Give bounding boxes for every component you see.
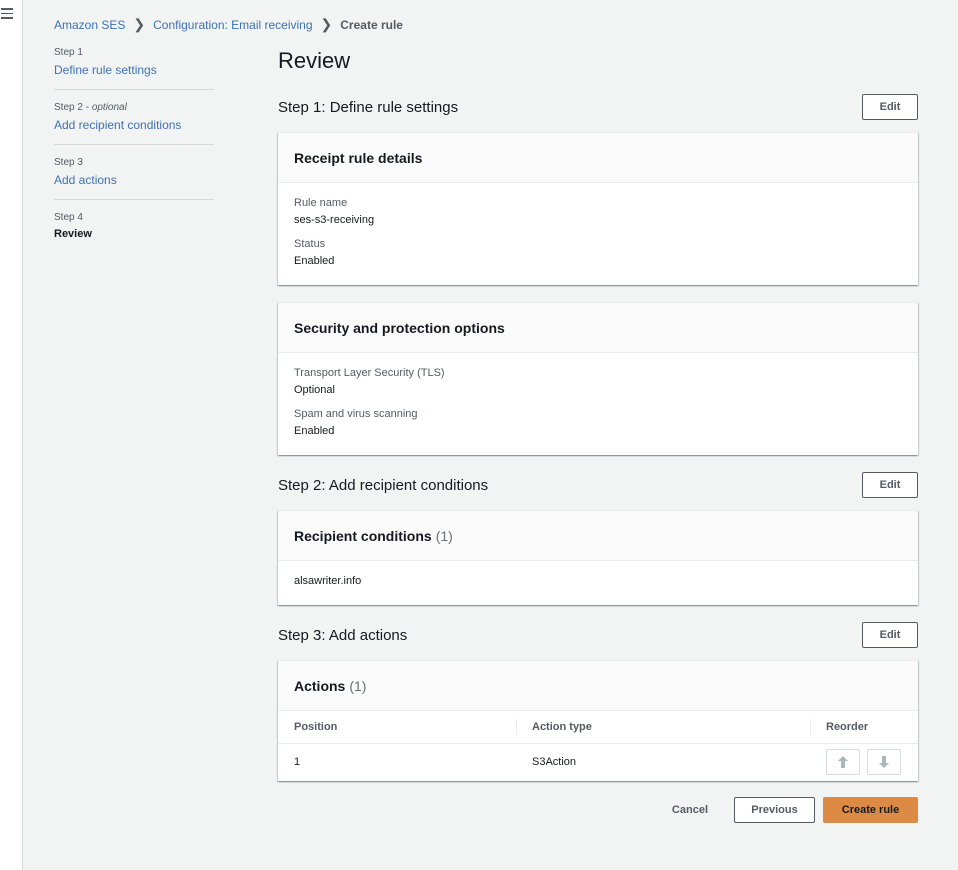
field-spam-scanning: Spam and virus scanning Enabled <box>294 408 902 437</box>
cell-position: 1 <box>294 756 301 769</box>
move-up-button[interactable] <box>826 749 860 776</box>
breadcrumb: Amazon SES ❯ Configuration: Email receiv… <box>54 16 403 33</box>
step-number: Step 4 <box>54 212 83 223</box>
edit-step-3-button[interactable]: Edit <box>862 622 918 648</box>
breadcrumb-email-receiving[interactable]: Configuration: Email receiving <box>153 18 312 32</box>
section-2-header: Step 2: Add recipient conditions Edit <box>278 472 918 498</box>
actions-table: Position Action type Reorder 1 S3Action <box>278 711 918 781</box>
card-title: Recipient conditions (1) <box>278 511 918 561</box>
section-3-header: Step 3: Add actions Edit <box>278 622 918 648</box>
card-title-text: Actions <box>294 677 346 694</box>
create-rule-button[interactable]: Create rule <box>823 797 918 823</box>
cell-action-type: S3Action <box>532 756 577 769</box>
field-value: Optional <box>294 384 335 396</box>
field-value: Enabled <box>294 255 335 267</box>
step-link-add-recipient-conditions[interactable]: Add recipient conditions <box>54 118 214 132</box>
column-header-position: Position <box>278 711 516 744</box>
step-link-add-actions[interactable]: Add actions <box>54 173 214 187</box>
column-header-action-type: Action type <box>516 711 810 744</box>
section-1-header: Step 1: Define rule settings Edit <box>278 94 918 120</box>
arrow-up-icon <box>838 756 848 769</box>
section-2-title: Step 2: Add recipient conditions <box>278 476 489 494</box>
field-label: Transport Layer Security (TLS) <box>294 367 445 379</box>
previous-button[interactable]: Previous <box>734 797 815 823</box>
step-number: Step 2 - optional <box>54 102 214 113</box>
field-rule-name: Rule name ses-s3-receiving <box>294 197 902 226</box>
field-label: Rule name <box>294 197 348 209</box>
count-badge: (1) <box>349 677 367 694</box>
field-tls: Transport Layer Security (TLS) Optional <box>294 367 902 396</box>
page-title: Review <box>278 48 351 73</box>
chevron-right-icon: ❯ <box>320 16 333 32</box>
reorder-controls <box>826 749 902 776</box>
step-current-review: Review <box>54 228 92 240</box>
cancel-button[interactable]: Cancel <box>654 797 726 823</box>
card-title: Security and protection options <box>278 303 918 353</box>
hamburger-menu-icon[interactable] <box>1 8 13 20</box>
wizard-step-1: Step 1 Define rule settings <box>54 47 214 90</box>
security-options-card: Security and protection options Transpor… <box>278 302 918 455</box>
step-link-define-rule-settings[interactable]: Define rule settings <box>54 63 214 77</box>
move-down-button[interactable] <box>867 749 901 776</box>
optional-label: optional <box>91 102 127 113</box>
field-value: Enabled <box>294 425 335 437</box>
field-value: ses-s3-receiving <box>294 214 375 226</box>
step-number: Step 1 <box>54 47 83 58</box>
arrow-down-icon <box>879 756 889 769</box>
step-number-text: Step 2 - <box>54 102 92 113</box>
table-row: 1 S3Action <box>278 743 918 781</box>
wizard-step-3: Step 3 Add actions <box>54 157 214 200</box>
edit-step-2-button[interactable]: Edit <box>862 472 918 498</box>
wizard-step-2: Step 2 - optional Add recipient conditio… <box>54 102 214 145</box>
card-title-text: Recipient conditions <box>294 527 432 544</box>
step-number: Step 3 <box>54 157 83 168</box>
wizard-footer: Cancel Previous Create rule <box>278 797 918 823</box>
actions-card: Actions (1) Position Action type Reorder… <box>278 660 918 781</box>
recipient-condition-value: alsawriter.info <box>294 575 362 587</box>
wizard-step-4: Step 4 Review <box>54 212 214 252</box>
field-label: Status <box>294 238 326 250</box>
column-header-reorder: Reorder <box>810 711 918 744</box>
breadcrumb-amazon-ses[interactable]: Amazon SES <box>54 18 125 32</box>
card-title: Receipt rule details <box>278 133 918 183</box>
left-nav-rail <box>0 0 23 870</box>
wizard-steps: Step 1 Define rule settings Step 2 - opt… <box>54 47 214 264</box>
breadcrumb-create-rule: Create rule <box>340 17 403 32</box>
main-content: Review Step 1: Define rule settings Edit… <box>278 48 918 823</box>
receipt-rule-details-card: Receipt rule details Rule name ses-s3-re… <box>278 132 918 285</box>
field-status: Status Enabled <box>294 238 902 267</box>
section-1-title: Step 1: Define rule settings <box>278 98 459 116</box>
section-3-title: Step 3: Add actions <box>278 626 408 644</box>
chevron-right-icon: ❯ <box>133 16 146 32</box>
recipient-conditions-card: Recipient conditions (1) alsawriter.info <box>278 510 918 605</box>
card-title: Actions (1) <box>278 661 918 711</box>
field-label: Spam and virus scanning <box>294 408 418 420</box>
edit-step-1-button[interactable]: Edit <box>862 94 918 120</box>
count-badge: (1) <box>435 527 453 544</box>
